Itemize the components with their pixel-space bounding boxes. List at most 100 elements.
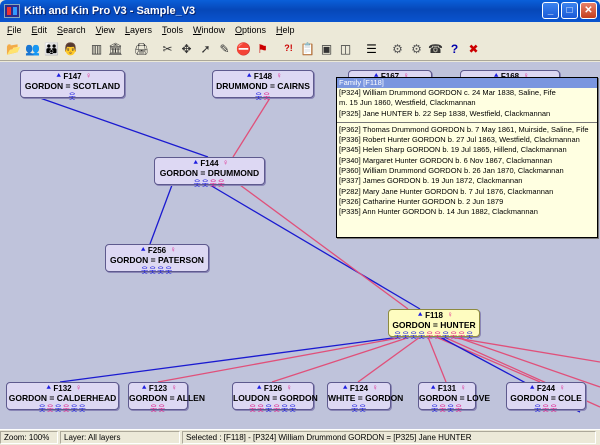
female-line bbox=[232, 97, 271, 158]
menu-layers[interactable]: Layers bbox=[120, 25, 157, 35]
family-box[interactable]: ⯅ ♀ F244 GORDON = COLE 웃웃웃 bbox=[506, 382, 586, 413]
chart-icon[interactable]: ▥ bbox=[87, 40, 106, 58]
popup-child-line: [P326] Catharine Hunter GORDON b. 2 Jun … bbox=[339, 196, 504, 206]
female-child-icon: 웃 bbox=[263, 92, 272, 101]
family-box[interactable]: ⯅ ♀ F118 GORDON = HUNTER 웃웃웃웃웃웃웃웃웃웃 bbox=[388, 309, 480, 340]
open-folder-icon[interactable]: 📂 bbox=[4, 40, 23, 58]
family-box[interactable]: ⯅ ♀ F256 GORDON = PATERSON 웃웃웃웃 bbox=[105, 244, 209, 275]
toolbar: 📂 👥 👪 👨 ▥ 🏛 🖨 ✂ ✥ ➚ ✎ ⛔ ⚑?! 📋 ▣ ◫ ☰ ⚙ ⚙ ☎? ✖ bbox=[0, 37, 600, 61]
male-child-icon: 웃 bbox=[149, 266, 158, 275]
male-child-icon: 웃 bbox=[442, 331, 451, 340]
family-box[interactable]: ⯅ ♀ F126 LOUDON = GORDON 웃웃웃웃웃웃 bbox=[232, 382, 318, 413]
family-id: F126 bbox=[263, 384, 283, 393]
menu-window[interactable]: Window bbox=[188, 25, 230, 35]
menu-tools[interactable]: Tools bbox=[157, 25, 188, 35]
children-icons: 웃웃웃웃 bbox=[419, 404, 475, 413]
menu-view[interactable]: View bbox=[91, 25, 120, 35]
family-id: F144 bbox=[200, 159, 219, 168]
male-child-icon: 웃 bbox=[165, 266, 174, 275]
female-child-icon: 웃 bbox=[455, 404, 464, 413]
no-entry-icon[interactable]: ⛔ bbox=[234, 40, 253, 58]
male-child-icon: 웃 bbox=[289, 404, 298, 413]
move-icon[interactable]: ✥ bbox=[177, 40, 196, 58]
male-child-icon: 웃 bbox=[70, 404, 79, 413]
male-child-icon: 웃 bbox=[78, 404, 87, 413]
print-icon[interactable]: 🖨 bbox=[132, 40, 151, 58]
male-child-icon: 웃 bbox=[38, 404, 47, 413]
menu-file[interactable]: File bbox=[2, 25, 27, 35]
family-id: F148 bbox=[253, 72, 273, 81]
male-child-icon: 웃 bbox=[281, 404, 290, 413]
close-button[interactable]: ✕ bbox=[580, 2, 597, 19]
cursor-icon[interactable]: ➚ bbox=[196, 40, 215, 58]
male-child-icon: 웃 bbox=[402, 331, 411, 340]
male-child-icon: 웃 bbox=[447, 404, 456, 413]
title-bar[interactable]: Kith and Kin Pro V3 - Sample_V3 _ □ ✕ bbox=[0, 0, 600, 22]
menu-help[interactable]: Help bbox=[271, 25, 300, 35]
help-icon[interactable]: ? bbox=[445, 40, 464, 58]
popup-child-line: [P345] Helen Sharp GORDON b. 19 Jul 1865… bbox=[339, 145, 567, 155]
list-icon[interactable]: ☰ bbox=[362, 40, 381, 58]
menu-bar: File Edit Search View Layers Tools Windo… bbox=[0, 22, 600, 37]
maximize-button[interactable]: □ bbox=[561, 2, 578, 19]
family-box[interactable]: ⯅ ♀ F147 GORDON = SCOTLAND 웃 bbox=[20, 70, 125, 101]
flag-icon[interactable]: ⚑ bbox=[253, 40, 272, 58]
popup-parent-line: [P324] William Drummond GORDON c. 24 Mar… bbox=[339, 88, 556, 97]
family-box[interactable]: ⯅ ♀ F123 GORDON = ALLEN 웃웃 bbox=[128, 382, 205, 413]
male-line bbox=[149, 184, 173, 245]
family-box[interactable]: ⯅ ♀ F131 GORDON = LOVE 웃웃웃웃 bbox=[418, 382, 490, 413]
clipboard-icon[interactable]: 📋 bbox=[298, 40, 317, 58]
window2-icon[interactable]: ◫ bbox=[336, 40, 355, 58]
family-name: GORDON = COLE bbox=[510, 393, 582, 403]
layer-status: Layer: All layers bbox=[60, 431, 180, 444]
family-id: F118 bbox=[425, 311, 443, 320]
family-name: GORDON = ALLEN bbox=[129, 393, 205, 403]
gears-icon[interactable]: ⚙ bbox=[388, 40, 407, 58]
people-icon[interactable]: 👥 bbox=[23, 40, 42, 58]
minimize-button[interactable]: _ bbox=[542, 2, 559, 19]
popup-child-line: [P336] Robert Hunter GORDON b. 27 Jul 18… bbox=[339, 135, 580, 145]
phone-icon[interactable]: ☎ bbox=[426, 40, 445, 58]
question-marks-icon[interactable]: ?! bbox=[279, 40, 298, 58]
menu-options[interactable]: Options bbox=[230, 25, 271, 35]
people-group-icon[interactable]: 👪 bbox=[42, 40, 61, 58]
family-name: GORDON = SCOTLAND bbox=[24, 81, 121, 91]
family-box[interactable]: ⯅ ♀ F148 DRUMMOND = CAIRNS 웃웃 bbox=[212, 70, 314, 101]
menu-edit[interactable]: Edit bbox=[27, 25, 53, 35]
family-id: F132 bbox=[53, 384, 72, 393]
museum-icon[interactable]: 🏛 bbox=[106, 40, 125, 58]
children-icons: 웃웃웃웃웃웃 bbox=[233, 404, 313, 413]
male-child-icon: 웃 bbox=[193, 179, 202, 188]
stop-icon[interactable]: ✖ bbox=[464, 40, 483, 58]
male-child-icon: 웃 bbox=[431, 404, 440, 413]
children-icons: 웃웃 bbox=[213, 92, 313, 101]
menu-search[interactable]: Search bbox=[52, 25, 91, 35]
male-child-icon: 웃 bbox=[68, 92, 77, 101]
family-icon[interactable]: 👨 bbox=[61, 40, 80, 58]
male-child-icon: 웃 bbox=[466, 331, 475, 340]
male-child-icon: 웃 bbox=[255, 92, 264, 101]
gears2-icon[interactable]: ⚙ bbox=[407, 40, 426, 58]
window-icon[interactable]: ▣ bbox=[317, 40, 336, 58]
family-name: WHITE = GORDON bbox=[328, 393, 404, 403]
female-child-icon: 웃 bbox=[426, 331, 435, 340]
male-child-icon: 웃 bbox=[418, 331, 427, 340]
popup-child-line: [P362] Thomas Drummond GORDON b. 7 May 1… bbox=[339, 124, 589, 134]
male-line bbox=[39, 97, 209, 158]
children-icons: 웃웃웃웃웃웃 bbox=[7, 404, 118, 413]
family-box[interactable]: ⯅ ♀ F124 WHITE = GORDON 웃웃 bbox=[327, 382, 404, 413]
family-name: GORDON = DRUMMOND bbox=[159, 168, 260, 178]
family-box[interactable]: ⯅ ♀ F144 GORDON = DRUMMOND 웃웃웃웃 bbox=[154, 157, 265, 188]
scissors-icon[interactable]: ✂ bbox=[158, 40, 177, 58]
male-child-icon: 웃 bbox=[54, 404, 63, 413]
female-child-icon: 웃 bbox=[249, 404, 258, 413]
family-id: F123 bbox=[148, 384, 168, 393]
pen-icon[interactable]: ✎ bbox=[215, 40, 234, 58]
female-line bbox=[455, 336, 600, 388]
family-box[interactable]: ⯅ ♀ F132 GORDON = CALDERHEAD 웃웃웃웃웃웃 bbox=[6, 382, 119, 413]
female-child-icon: 웃 bbox=[458, 331, 467, 340]
zoom-status: Zoom: 100% bbox=[0, 431, 58, 444]
family-name: LOUDON = GORDON bbox=[233, 393, 318, 403]
toolbar-separator bbox=[151, 40, 158, 58]
female-child-icon: 웃 bbox=[450, 331, 459, 340]
